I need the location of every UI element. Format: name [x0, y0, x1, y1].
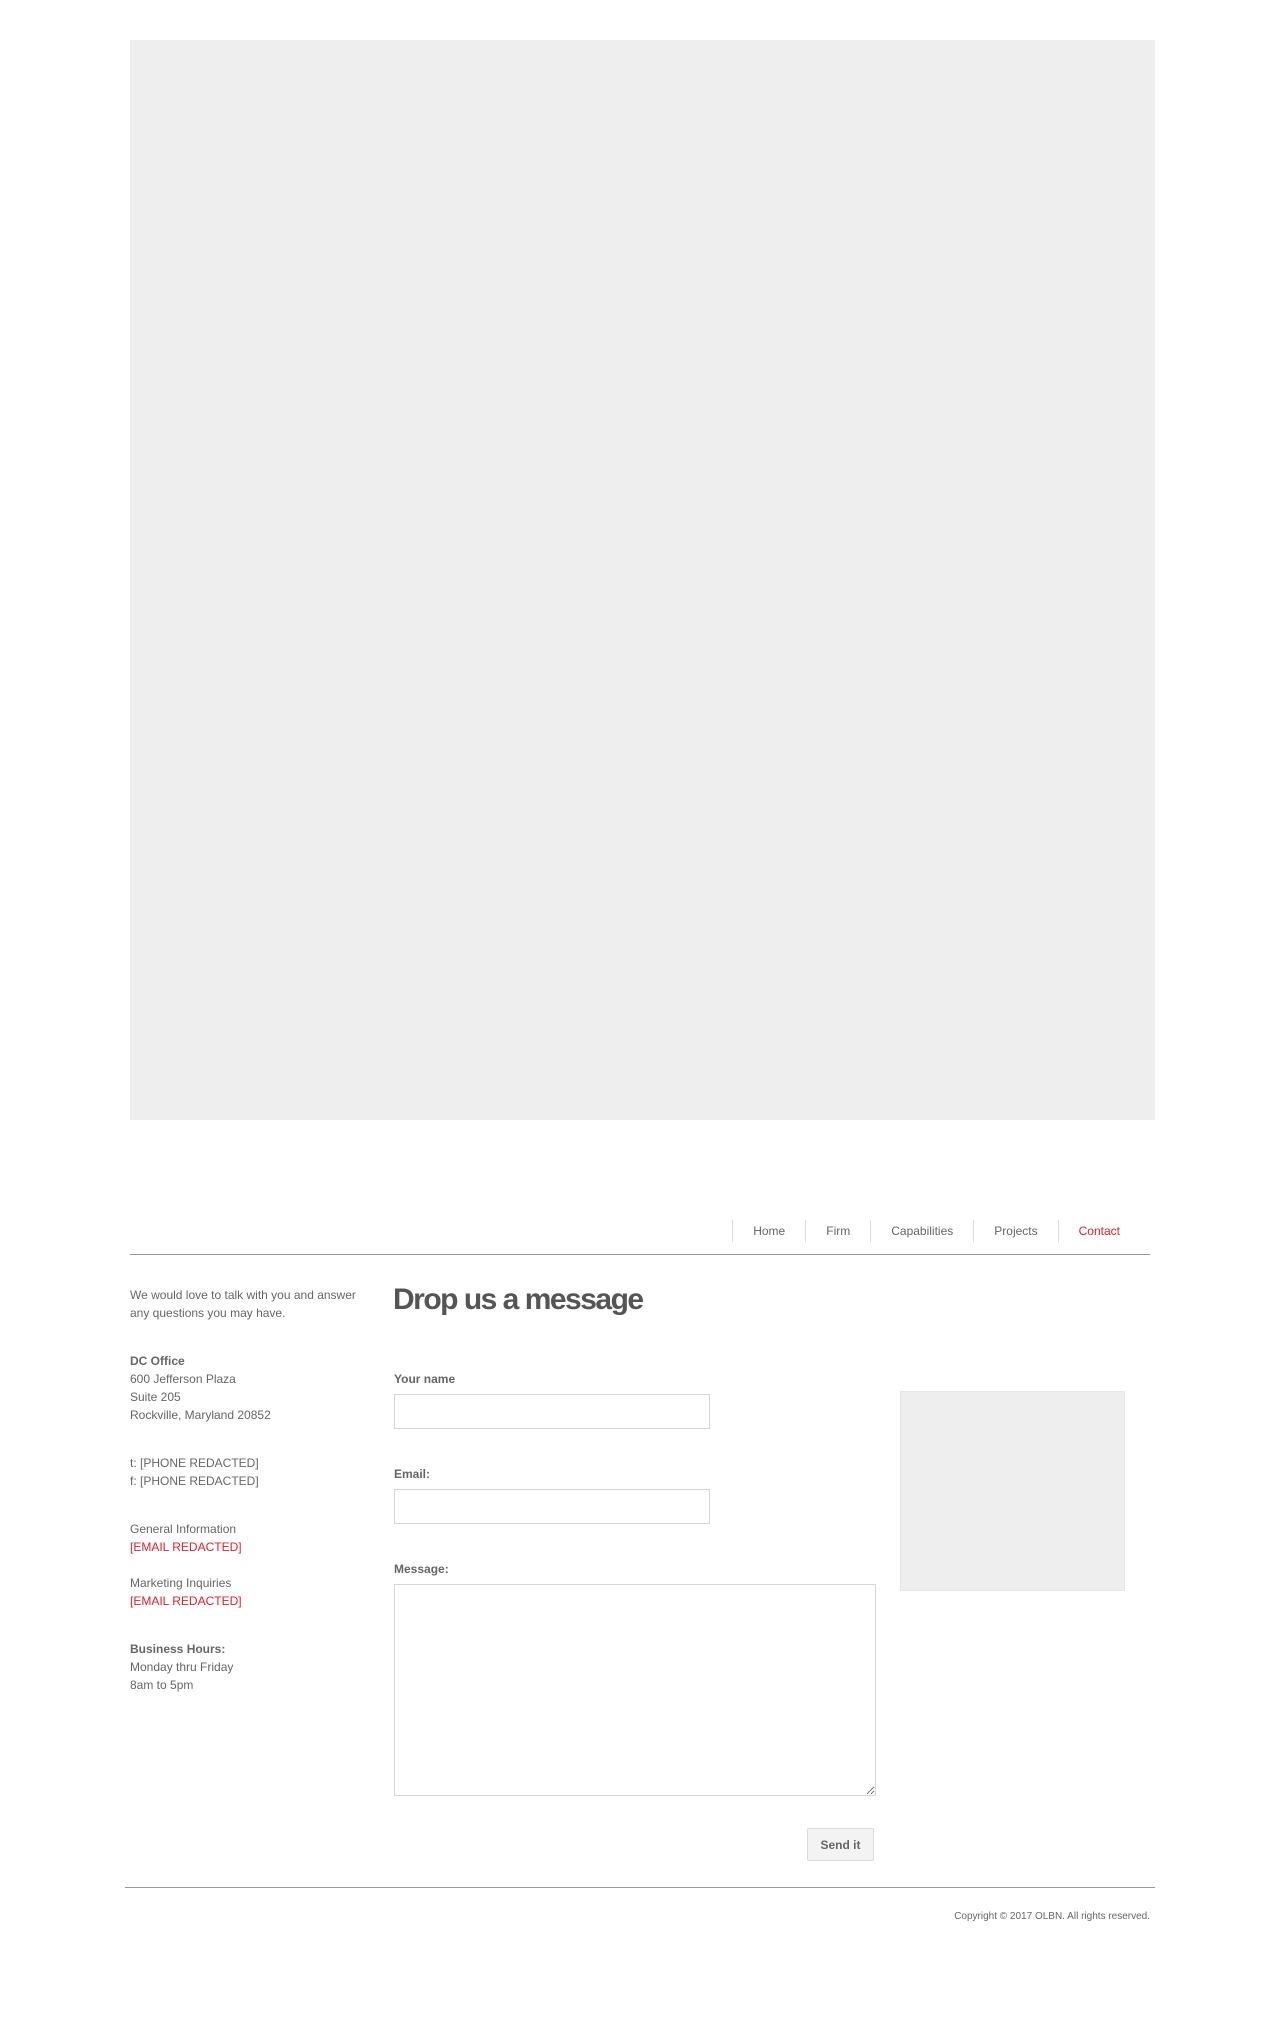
- marketing-email-link[interactable]: [EMAIL REDACTED]: [130, 1592, 370, 1610]
- email-label: Email:: [394, 1467, 431, 1481]
- contact-page: Home Firm Capabilities Projects Contact …: [0, 0, 1280, 2019]
- business-hours-block: Business Hours: Monday thru Friday 8am t…: [130, 1640, 370, 1694]
- business-hours-time: 8am to 5pm: [130, 1678, 194, 1692]
- fax-number: f: [PHONE REDACTED]: [130, 1474, 259, 1488]
- general-info-label: General Information: [130, 1522, 237, 1536]
- phone-block: t: [PHONE REDACTED] f: [PHONE REDACTED]: [130, 1454, 370, 1490]
- general-info-email-link[interactable]: [EMAIL REDACTED]: [130, 1538, 370, 1556]
- send-button[interactable]: Send it: [807, 1828, 874, 1861]
- footer-divider: [125, 1887, 1155, 1888]
- copyright-text: Copyright © 2017 OLBN. All rights reserv…: [954, 1911, 1150, 1922]
- address-line-2: Suite 205: [130, 1390, 181, 1404]
- business-hours-days: Monday thru Friday: [130, 1660, 234, 1674]
- nav-item-projects[interactable]: Projects: [973, 1220, 1057, 1242]
- office-title: DC Office: [130, 1354, 185, 1368]
- contact-sidebar: We would love to talk with you and answe…: [130, 1286, 370, 1724]
- phone-number: t: [PHONE REDACTED]: [130, 1456, 259, 1470]
- name-label: Your name: [394, 1372, 456, 1386]
- nav-item-contact[interactable]: Contact: [1057, 1220, 1150, 1242]
- page-title: Drop us a message: [393, 1283, 644, 1316]
- message-label: Message:: [394, 1562, 449, 1576]
- email-input[interactable]: [394, 1489, 710, 1524]
- address-line-3: Rockville, Maryland 20852: [130, 1408, 271, 1422]
- marketing-block: Marketing Inquiries [EMAIL REDACTED]: [130, 1574, 370, 1610]
- intro-line-2: any questions you may have.: [130, 1306, 286, 1320]
- office-address-block: DC Office 600 Jefferson Plaza Suite 205 …: [130, 1352, 370, 1424]
- message-textarea[interactable]: [394, 1584, 876, 1796]
- business-hours-title: Business Hours:: [130, 1642, 226, 1656]
- map-image-placeholder: [900, 1391, 1125, 1591]
- intro-block: We would love to talk with you and answe…: [130, 1286, 370, 1322]
- nav-item-firm[interactable]: Firm: [805, 1220, 870, 1242]
- nav-item-capabilities[interactable]: Capabilities: [870, 1220, 973, 1242]
- main-navigation: Home Firm Capabilities Projects Contact: [130, 1220, 1150, 1255]
- name-input[interactable]: [394, 1394, 710, 1429]
- nav-items: Home Firm Capabilities Projects Contact: [732, 1220, 1150, 1242]
- address-line-1: 600 Jefferson Plaza: [130, 1372, 236, 1386]
- marketing-label: Marketing Inquiries: [130, 1576, 232, 1590]
- nav-item-home[interactable]: Home: [732, 1220, 805, 1242]
- general-info-block: General Information [EMAIL REDACTED]: [130, 1520, 370, 1556]
- hero-image-placeholder: [130, 40, 1155, 1120]
- contact-form-section: Drop us a message Your name Email: Messa…: [393, 1280, 883, 1861]
- intro-line-1: We would love to talk with you and answe…: [130, 1288, 356, 1302]
